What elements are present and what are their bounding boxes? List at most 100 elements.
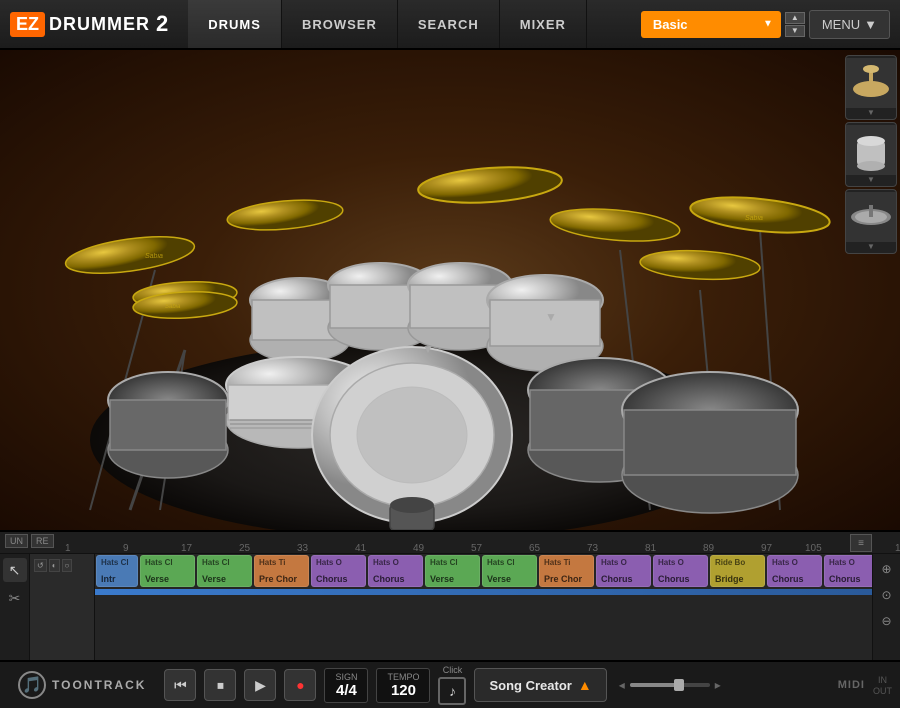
toontrack-label: TOONTRACK <box>52 678 146 692</box>
progress-bar <box>95 589 872 595</box>
beat-block-chorus-4[interactable]: Hats O Chorus <box>653 555 708 587</box>
song-creator-label: Song Creator <box>489 678 571 693</box>
beat-block-verse-3[interactable]: Hats Cl Verse <box>425 555 480 587</box>
click-label: Click <box>443 665 463 675</box>
in-label: IN <box>878 675 887 685</box>
top-bar: EZ DRUMMER 2 DRUMS BROWSER SEARCH MIXER … <box>0 0 900 50</box>
drum-kit-svg: Sabia Sabia Sabia <box>0 50 840 530</box>
nav-tabs: DRUMS BROWSER SEARCH MIXER <box>188 0 587 48</box>
toontrack-icon: 🎵 <box>18 671 46 699</box>
preset-up-button[interactable]: ▲ <box>785 12 805 24</box>
tracks-content: Hats Cl Intr Hats Cl Verse Hats Cl Verse <box>95 554 872 660</box>
record-button[interactable]: ● <box>284 669 316 701</box>
sign-label: Sign <box>335 672 357 682</box>
menu-label: MENU <box>822 17 860 32</box>
click-icon: ♪ <box>438 677 466 705</box>
play-button[interactable]: ▶ <box>244 669 276 701</box>
logo-version: 2 <box>156 11 168 37</box>
zoom-out-btn[interactable]: ⊖ <box>876 610 898 632</box>
tab-browser[interactable]: BROWSER <box>282 0 398 48</box>
track-toolbar-left: ↖ ✂ <box>0 554 30 660</box>
stop-icon: ⏹ <box>217 677 224 694</box>
click-symbol: ♪ <box>449 683 456 699</box>
sign-value: 4/4 <box>336 682 357 699</box>
rewind-icon: ⏮ <box>174 677 187 694</box>
volume-right-icon: ▸ <box>715 678 721 692</box>
volume-area: ◂ ▸ <box>619 678 721 692</box>
toontrack-logo: 🎵 TOONTRACK <box>8 667 156 703</box>
logo: EZ DRUMMER 2 <box>0 11 178 37</box>
tempo-label: Tempo <box>387 672 419 682</box>
track-toolbar-right: ⊕ ⊙ ⊖ <box>872 554 900 660</box>
click-box[interactable]: Click ♪ <box>438 665 466 705</box>
undo-button[interactable]: UN <box>5 534 28 548</box>
drum-area: ▼ ▼ ▼ <box>0 50 900 530</box>
tab-drums[interactable]: DRUMS <box>188 0 282 48</box>
beat-block-chorus-2[interactable]: Hats O Chorus <box>368 555 423 587</box>
preset-dropdown-arrow: ▼ <box>763 19 773 30</box>
zoom-in-btn[interactable]: ⊕ <box>876 558 898 580</box>
logo-ez: EZ <box>10 12 45 37</box>
tab-search[interactable]: SEARCH <box>398 0 500 48</box>
preset-down-button[interactable]: ▼ <box>785 25 805 37</box>
beat-block-intro[interactable]: Hats Cl Intr <box>96 555 138 587</box>
menu-button[interactable]: MENU ▼ <box>809 10 890 39</box>
beat-block-prechorus-2[interactable]: Hats Ti Pre Chor <box>539 555 594 587</box>
track-mute-btn[interactable]: ○ <box>62 559 73 572</box>
zoom-mid-btn[interactable]: ⊙ <box>876 584 898 606</box>
rewind-button[interactable]: ⏮ <box>164 669 196 701</box>
instrument-arrow-2: ▼ <box>867 175 875 184</box>
beat-block-chorus-3[interactable]: Hats O Chorus <box>596 555 651 587</box>
beat-block-prechorus-1[interactable]: Hats Ti Pre Chor <box>254 555 309 587</box>
instrument-arrow-3: ▼ <box>867 242 875 251</box>
cymbal-adjust-2[interactable]: ▼ <box>545 310 557 324</box>
song-editor: UN RE 1 9 17 25 33 41 49 57 65 73 81 89 … <box>0 530 900 660</box>
select-tool[interactable]: ↖ <box>3 558 27 582</box>
track-loop-btn[interactable]: ↺ <box>34 559 47 572</box>
instrument-image-3 <box>846 192 896 242</box>
beat-block-chorus-6[interactable]: Hats O Chorus <box>824 555 872 587</box>
song-creator-arrow: ▲ <box>578 677 592 693</box>
song-creator-button[interactable]: Song Creator ▲ <box>474 668 606 702</box>
beat-block-chorus-1[interactable]: Hats O Chorus <box>311 555 366 587</box>
beat-block-chorus-5[interactable]: Hats O Chorus <box>767 555 822 587</box>
song-tracks: ↖ ✂ ↺ ◐ ○ Hats Cl Intr <box>0 554 900 660</box>
timeline-scroll-icon[interactable]: ≡ <box>850 534 872 552</box>
tab-mixer[interactable]: MIXER <box>500 0 587 48</box>
tempo-box[interactable]: Tempo 120 <box>376 668 430 703</box>
preset-area: Basic ▼ ▲ ▼ MENU ▼ <box>641 10 900 39</box>
timeline-header: UN RE 1 9 17 25 33 41 49 57 65 73 81 89 … <box>0 532 900 554</box>
instrument-panel-1[interactable]: ▼ <box>845 55 897 120</box>
instrument-panel-3[interactable]: ▼ <box>845 189 897 254</box>
svg-text:Sabia: Sabia <box>745 215 763 222</box>
menu-arrow-icon: ▼ <box>864 17 877 32</box>
preset-dropdown[interactable]: Basic <box>641 11 781 38</box>
scroll-right-area: ≡ <box>850 534 872 552</box>
volume-slider-track[interactable] <box>630 683 710 687</box>
stop-button[interactable]: ⏹ <box>204 669 236 701</box>
track-content-inner: Hats Cl Intr Hats Cl Verse Hats Cl Verse <box>95 554 872 660</box>
volume-thumb[interactable] <box>674 679 684 691</box>
out-label: OUT <box>873 686 892 696</box>
logo-drummer: DRUMMER <box>49 14 150 35</box>
instrument-image-1 <box>846 58 896 108</box>
svg-text:Sabia: Sabia <box>165 304 181 310</box>
redo-button[interactable]: RE <box>31 534 54 548</box>
cymbal-adjust-1[interactable]: ▼ <box>422 342 434 356</box>
tempo-value: 120 <box>391 682 416 699</box>
volume-left-icon: ◂ <box>619 678 625 692</box>
in-out-box: IN OUT <box>873 675 892 696</box>
cut-tool[interactable]: ✂ <box>3 586 27 610</box>
beat-block-verse-1[interactable]: Hats Cl Verse <box>140 555 195 587</box>
progress-bar-area <box>95 589 872 595</box>
instrument-panel-2[interactable]: ▼ <box>845 122 897 187</box>
beat-block-bridge[interactable]: Ride Bo Bridge <box>710 555 765 587</box>
track-settings-btn[interactable]: ◐ <box>49 559 60 572</box>
track-ctrl-row: ↺ ◐ ○ <box>32 556 92 575</box>
instrument-image-2 <box>846 125 896 175</box>
time-signature-box[interactable]: Sign 4/4 <box>324 668 368 703</box>
midi-label: MIDI <box>838 679 865 691</box>
beat-block-verse-4[interactable]: Hats Cl Verse <box>482 555 537 587</box>
play-icon: ▶ <box>255 677 266 694</box>
beat-block-verse-2[interactable]: Hats Cl Verse <box>197 555 252 587</box>
